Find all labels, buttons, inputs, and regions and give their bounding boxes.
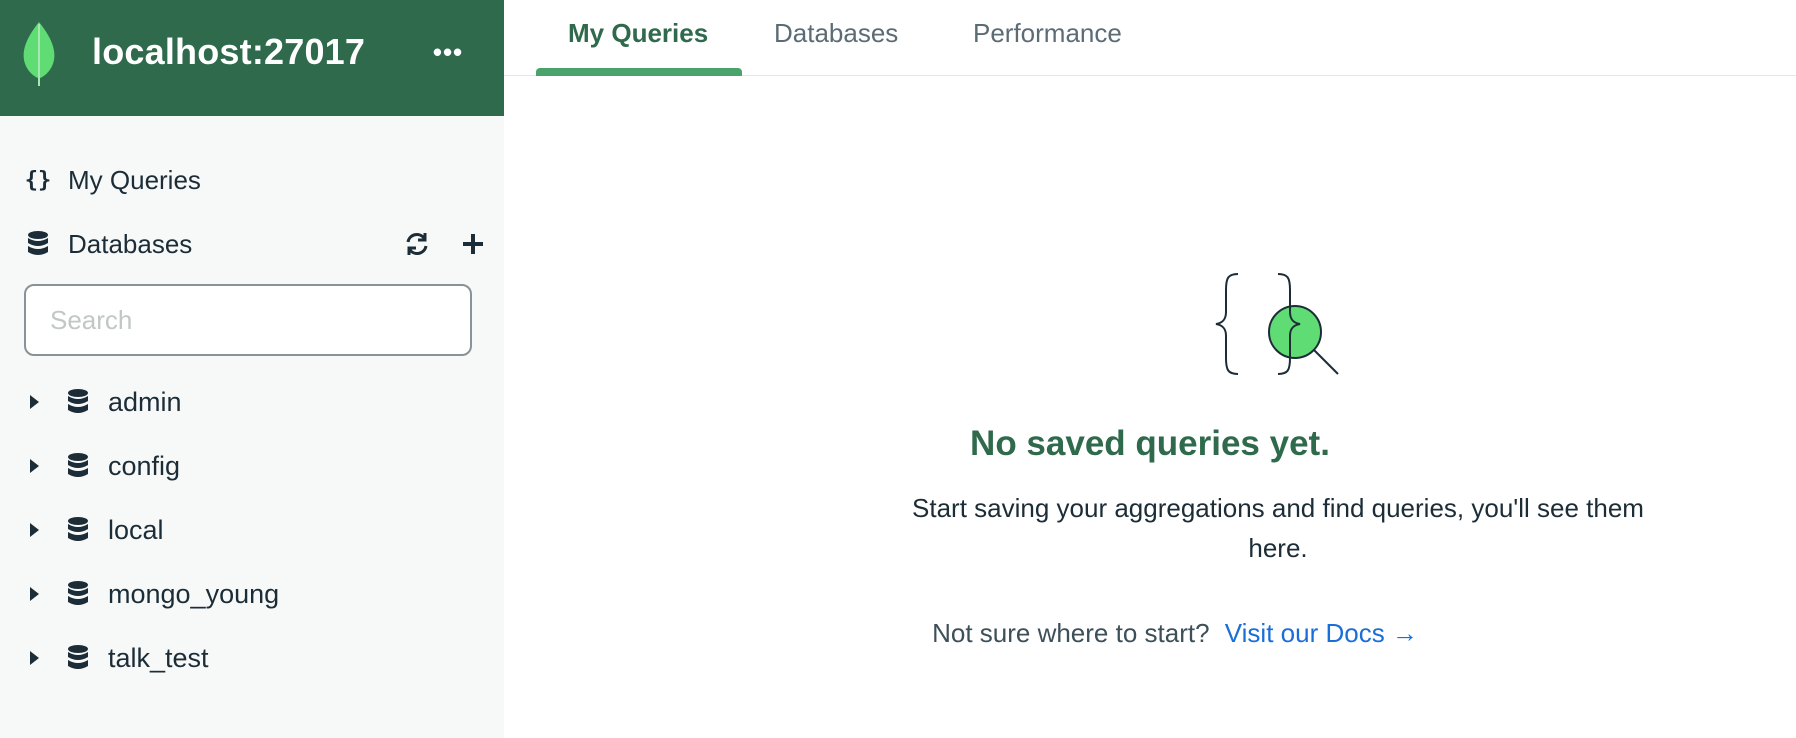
- search-input[interactable]: [24, 284, 472, 356]
- mongodb-leaf-icon: [23, 22, 55, 86]
- caret-right-icon[interactable]: [30, 523, 39, 537]
- database-item-mongo-young[interactable]: mongo_young: [0, 562, 504, 626]
- database-label: talk_test: [108, 642, 209, 673]
- sidebar-item-label: Databases: [68, 228, 193, 259]
- empty-state-prompt: Not sure where to start?: [932, 618, 1210, 648]
- main-panel: My Queries Databases Performance No save…: [504, 0, 1796, 738]
- database-label: mongo_young: [108, 578, 280, 609]
- database-icon: [68, 517, 88, 541]
- database-item-config[interactable]: config: [0, 434, 504, 498]
- tab-my-queries[interactable]: My Queries: [568, 14, 708, 76]
- refresh-icon[interactable]: [400, 227, 434, 261]
- tab-bar: My Queries Databases Performance: [504, 0, 1796, 76]
- connection-title: localhost:27017: [92, 31, 366, 72]
- tab-databases[interactable]: Databases: [774, 14, 898, 76]
- caret-right-icon[interactable]: [30, 395, 39, 409]
- database-icon: [68, 645, 88, 669]
- database-icon: [28, 231, 48, 255]
- caret-right-icon[interactable]: [30, 459, 39, 473]
- sidebar-item-my-queries[interactable]: {} My Queries: [0, 156, 504, 204]
- visit-docs-link[interactable]: Visit our Docs →: [1225, 618, 1418, 648]
- caret-right-icon[interactable]: [30, 587, 39, 601]
- database-label: admin: [108, 386, 182, 417]
- compass-window: localhost:27017 ••• {} My Queries Databa…: [0, 0, 1796, 738]
- tab-performance[interactable]: Performance: [973, 14, 1122, 76]
- braces-magnifier-icon: [1215, 273, 1339, 375]
- connection-header: localhost:27017 •••: [0, 0, 504, 116]
- database-label: local: [108, 514, 164, 545]
- database-icon: [68, 581, 88, 605]
- caret-right-icon[interactable]: [30, 651, 39, 665]
- database-item-talk-test[interactable]: talk_test: [0, 626, 504, 690]
- database-icon: [68, 389, 88, 413]
- database-list: admin config local mongo_young talk_test: [0, 370, 504, 690]
- empty-state-footer: Not sure where to start? Visit our Docs …: [504, 618, 1796, 649]
- plus-icon[interactable]: [456, 227, 490, 261]
- empty-state-body: Start saving your aggregations and find …: [912, 493, 1644, 563]
- curly-braces-icon: {}: [24, 167, 52, 193]
- sidebar: localhost:27017 ••• {} My Queries Databa…: [0, 0, 504, 738]
- database-item-admin[interactable]: admin: [0, 370, 504, 434]
- sidebar-item-label: My Queries: [68, 164, 201, 195]
- ellipsis-icon[interactable]: •••: [428, 36, 468, 68]
- database-icon: [68, 453, 88, 477]
- database-label: config: [108, 450, 181, 481]
- active-tab-indicator: [536, 68, 742, 76]
- empty-state-title: No saved queries yet.: [970, 424, 1330, 463]
- database-item-local[interactable]: local: [0, 498, 504, 562]
- sidebar-item-databases[interactable]: Databases: [0, 220, 504, 268]
